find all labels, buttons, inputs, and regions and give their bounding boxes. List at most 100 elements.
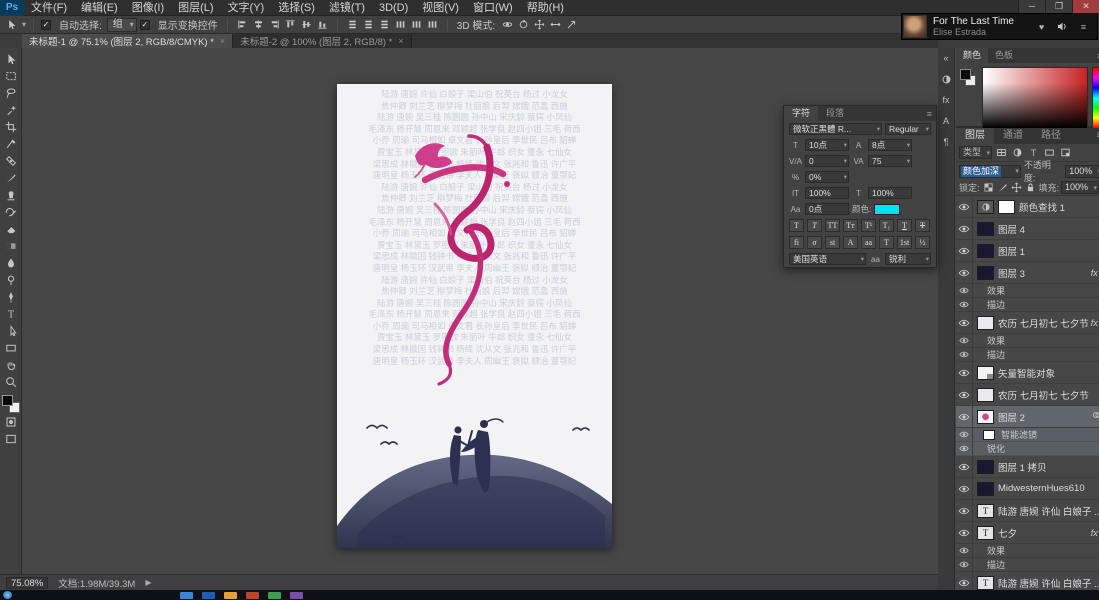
layer-row[interactable]: 图层 1 拷贝 bbox=[956, 456, 1099, 478]
saturation-brightness-picker[interactable] bbox=[982, 67, 1089, 129]
taskbar-app-4[interactable] bbox=[246, 591, 259, 599]
layer-effect-row[interactable]: 智能滤镜 bbox=[956, 428, 1099, 442]
shape-tool[interactable] bbox=[0, 339, 22, 356]
kerning-input[interactable]: 0 bbox=[805, 155, 849, 167]
brush-tool[interactable] bbox=[0, 169, 22, 186]
opentype-button-6[interactable]: T bbox=[879, 236, 894, 249]
tab-character[interactable]: 字符 bbox=[784, 106, 819, 121]
layer-row[interactable]: MidwesternHues610 bbox=[956, 478, 1099, 500]
layer-effect-row[interactable]: 描边 bbox=[956, 348, 1099, 362]
eyedropper-tool[interactable] bbox=[0, 135, 22, 152]
opentype-button-7[interactable]: 1st bbox=[897, 236, 912, 249]
align-right-icon[interactable] bbox=[267, 17, 282, 32]
mode-pan-icon[interactable] bbox=[532, 17, 547, 32]
visibility-toggle[interactable] bbox=[956, 348, 973, 361]
visibility-toggle[interactable] bbox=[956, 262, 973, 283]
filter-mask-thumbnail[interactable] bbox=[983, 429, 995, 440]
visibility-toggle[interactable] bbox=[956, 500, 973, 521]
layer-row[interactable]: 图层 3fx▴ bbox=[956, 262, 1099, 284]
visibility-toggle[interactable] bbox=[956, 240, 973, 261]
visibility-toggle[interactable] bbox=[956, 284, 973, 297]
layer-thumbnail[interactable] bbox=[977, 459, 994, 474]
layer-row[interactable]: 图层 4 bbox=[956, 218, 1099, 240]
filter-adjustment-icon[interactable] bbox=[1010, 145, 1025, 160]
layer-effect-row[interactable]: 描边 bbox=[956, 558, 1099, 572]
font-size-input[interactable]: 10点 bbox=[805, 139, 849, 151]
taskbar-app-6[interactable] bbox=[290, 591, 303, 599]
text-style-button-5[interactable]: T¹ bbox=[861, 219, 876, 232]
layer-thumbnail[interactable] bbox=[977, 387, 994, 402]
opentype-button-1[interactable]: fi bbox=[789, 236, 804, 249]
playlist-icon[interactable]: ≡ bbox=[1076, 19, 1091, 34]
opentype-button-3[interactable]: st bbox=[825, 236, 840, 249]
layer-filter-dropdown[interactable]: 类型 bbox=[959, 146, 993, 159]
lasso-tool[interactable] bbox=[0, 84, 22, 101]
text-style-button-6[interactable]: T₁ bbox=[879, 219, 894, 232]
visibility-toggle[interactable] bbox=[956, 428, 973, 441]
visibility-toggle[interactable] bbox=[956, 334, 973, 347]
dodge-tool[interactable] bbox=[0, 271, 22, 288]
maximize-button[interactable]: ❐ bbox=[1045, 0, 1072, 14]
layer-thumbnail[interactable]: T bbox=[977, 575, 994, 590]
pen-tool[interactable] bbox=[0, 288, 22, 305]
visibility-toggle[interactable] bbox=[956, 406, 973, 427]
layer-row[interactable]: T 陆游 唐婉 许仙 白娘子 ... bbox=[956, 500, 1099, 522]
visibility-toggle[interactable] bbox=[956, 442, 973, 455]
layer-effect-row[interactable]: 效果 bbox=[956, 544, 1099, 558]
layer-thumbnail[interactable] bbox=[977, 481, 994, 496]
auto-select-checkbox[interactable]: ✓ bbox=[41, 19, 52, 30]
layer-effect-row[interactable]: 效果 bbox=[956, 284, 1099, 298]
hue-slider[interactable] bbox=[1092, 67, 1099, 129]
music-player[interactable]: For The Last Time Elise Estrada ♥ ≡ bbox=[901, 13, 1098, 40]
layer-row[interactable]: 农历 七月初七 七夕节fx▴ bbox=[956, 312, 1099, 334]
layer-effects-badge[interactable]: fx bbox=[1091, 268, 1098, 278]
layer-row[interactable]: 农历 七月初七 七夕节 bbox=[956, 384, 1099, 406]
menu-type[interactable]: 文字(Y) bbox=[221, 0, 272, 16]
path-selection-tool[interactable] bbox=[0, 322, 22, 339]
close-button[interactable]: ✕ bbox=[1072, 0, 1099, 14]
layer-thumbnail[interactable] bbox=[977, 265, 994, 280]
layer-mask-thumbnail[interactable] bbox=[998, 199, 1015, 214]
collapse-dock-icon[interactable]: « bbox=[938, 51, 954, 65]
layer-thumbnail[interactable]: T bbox=[977, 525, 994, 540]
start-button[interactable] bbox=[3, 591, 12, 599]
visibility-toggle[interactable] bbox=[956, 522, 973, 543]
layer-row[interactable]: 矢量智能对象 bbox=[956, 362, 1099, 384]
tool-preset-caret-icon[interactable]: ▾ bbox=[22, 20, 26, 29]
distribute-middle-icon[interactable] bbox=[361, 17, 376, 32]
menu-select[interactable]: 选择(S) bbox=[271, 0, 322, 16]
lock-transparency-icon[interactable] bbox=[982, 181, 995, 194]
layer-row[interactable]: 颜色查找 1 bbox=[956, 196, 1099, 218]
color-swatches[interactable] bbox=[1, 395, 20, 413]
tab-paragraph[interactable]: 段落 bbox=[818, 106, 852, 121]
quick-mask-button[interactable] bbox=[0, 413, 22, 430]
move-tool[interactable] bbox=[0, 50, 22, 67]
tool-preset-icon[interactable] bbox=[4, 17, 19, 32]
distribute-center-icon[interactable] bbox=[409, 17, 424, 32]
status-options-icon[interactable]: ▶ bbox=[145, 578, 151, 587]
align-top-icon[interactable] bbox=[283, 17, 298, 32]
styles-icon[interactable]: fx bbox=[938, 93, 954, 107]
clone-stamp-tool[interactable] bbox=[0, 186, 22, 203]
marquee-tool[interactable] bbox=[0, 67, 22, 84]
leading-input[interactable]: 8点 bbox=[868, 139, 912, 151]
gradient-tool[interactable] bbox=[0, 237, 22, 254]
eraser-tool[interactable] bbox=[0, 220, 22, 237]
layer-effects-badge[interactable]: fx bbox=[1091, 318, 1098, 328]
canvas-document[interactable]: 陆游 唐婉 许仙 白娘子 梁山伯 祝英台 杨过 小龙女 焦仲卿 刘兰芝 柳梦梅 杜… bbox=[337, 84, 612, 548]
tab-layers[interactable]: 图层 bbox=[956, 128, 994, 144]
distribute-right-icon[interactable] bbox=[425, 17, 440, 32]
text-style-button-1[interactable]: T bbox=[789, 219, 804, 232]
quick-selection-tool[interactable] bbox=[0, 101, 22, 118]
menu-view[interactable]: 视图(V) bbox=[415, 0, 466, 16]
document-tab-1[interactable]: 未标题-1 @ 75.1% (图层 2, RGB/8/CMYK) * × bbox=[22, 34, 234, 48]
proportional-spacing-input[interactable]: 0% bbox=[805, 171, 849, 183]
taskbar-app-1[interactable] bbox=[180, 591, 193, 599]
text-style-button-3[interactable]: TT bbox=[825, 219, 840, 232]
layer-row[interactable]: T七夕fx▴ bbox=[956, 522, 1099, 544]
foreground-background-swatches[interactable] bbox=[960, 67, 978, 129]
foreground-color-swatch[interactable] bbox=[1, 395, 13, 406]
fill-field[interactable]: 100% bbox=[1061, 181, 1099, 194]
opentype-button-5[interactable]: aa bbox=[861, 236, 876, 249]
layer-effect-row[interactable]: 描边 bbox=[956, 298, 1099, 312]
